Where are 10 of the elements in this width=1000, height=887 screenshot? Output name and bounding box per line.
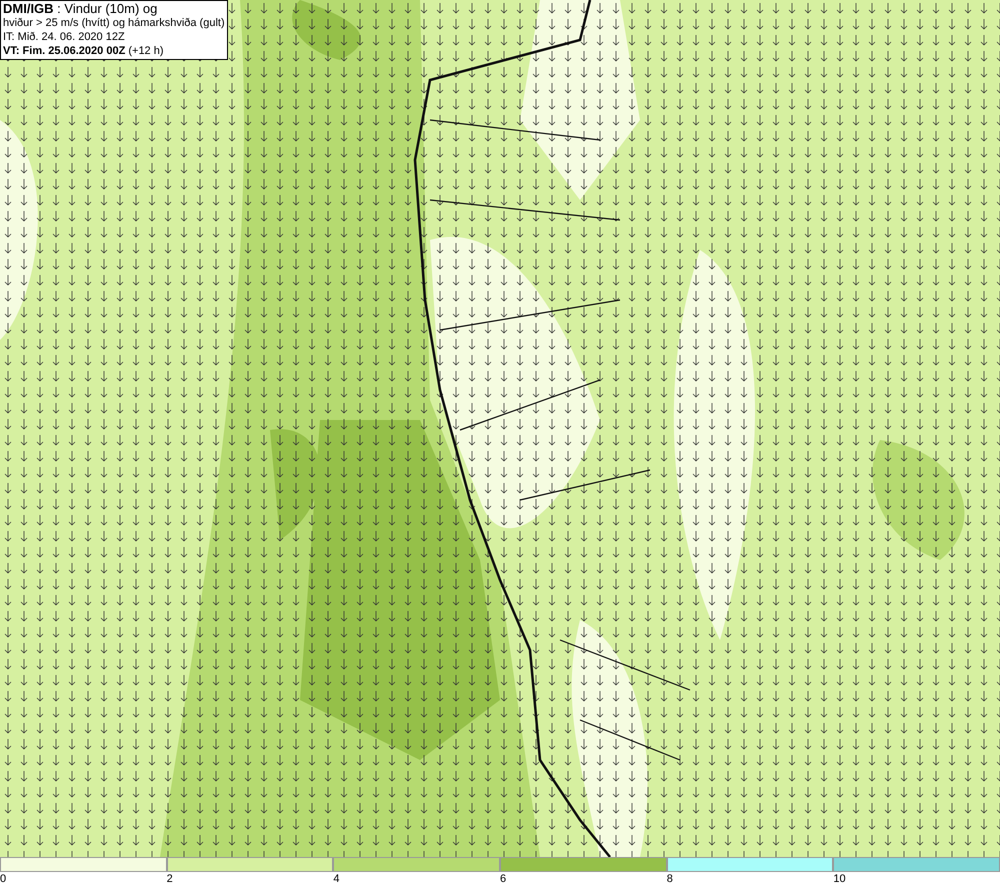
title-line: IT: Mið. 24. 06. 2020 12Z — [3, 30, 126, 44]
legend-label: 4 — [333, 872, 340, 886]
title-line: VT: Fim. 25.06.2020 00Z (+12 h) — [3, 44, 165, 58]
legend-label: 2 — [166, 872, 173, 886]
legend-label: 8 — [666, 872, 673, 886]
legend-label: 10 — [833, 872, 846, 886]
title-line: DMI/IGB : Vindur (10m) og — [3, 2, 158, 16]
title-line: hviður > 25 m/s (hvítt) og hámarkshviða (gult) — [3, 16, 225, 30]
legend-label: 0 — [0, 872, 6, 886]
legend-label: 6 — [500, 872, 506, 886]
